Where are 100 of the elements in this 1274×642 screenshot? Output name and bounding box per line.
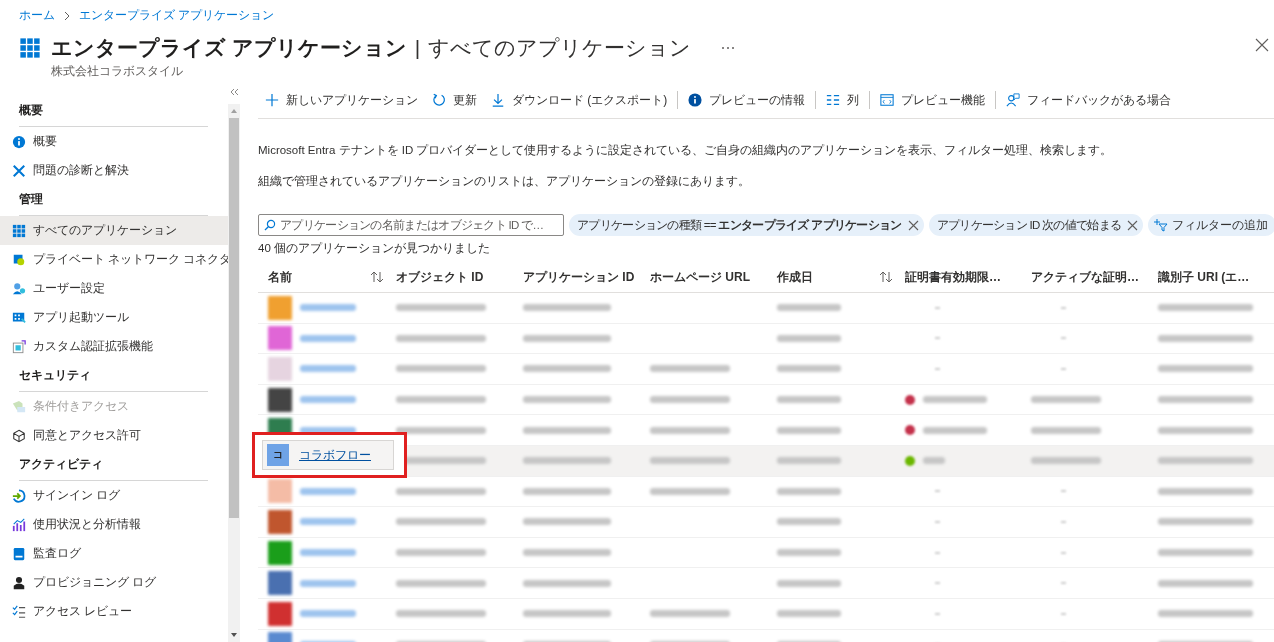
close-icon[interactable] [1255,38,1269,52]
blurred-text [777,334,841,342]
sidebar-item-icon [12,252,26,267]
sidebar-item[interactable]: 問題の診断と解決 [0,156,228,185]
toolbar-icon [265,93,279,107]
sidebar-item-icon [12,546,26,561]
sidebar-item-icon [12,604,26,619]
blurred-text [300,304,356,312]
sidebar-item[interactable]: サインイン ログ [0,481,228,510]
scroll-down-icon[interactable] [230,631,238,639]
toolbar-icon [688,93,703,107]
blurred-text [1031,396,1101,404]
blurred-text [1031,426,1101,434]
toolbar-button[interactable]: 列 [819,86,867,114]
tenant-name: 株式会社コラボスタイル [51,63,184,80]
sidebar-item[interactable]: 概要 [0,127,228,156]
blurred-text [777,518,841,526]
filter-label: アプリケーションの種類 == エンタープライズ アプリケーション [577,217,902,233]
scrollbar-thumb[interactable] [229,118,239,518]
title-separator: | [414,36,421,60]
sidebar-item[interactable]: ユーザー設定 [0,274,228,303]
filter-pill[interactable]: アプリケーションの種類 == エンタープライズ アプリケーション [569,214,924,236]
blurred-text [777,549,841,557]
column-header[interactable]: アプリケーション ID [523,268,650,286]
app-grid-icon [19,37,41,59]
sort-icon[interactable] [370,271,384,283]
sidebar-item-icon [12,428,26,443]
blurred-text [777,487,841,495]
sidebar-item-icon [12,134,26,149]
blurred-text [1031,457,1101,465]
remove-icon[interactable] [907,219,919,231]
filter-pill[interactable]: アプリケーション ID 次の値で始まる [928,214,1144,236]
more-icon[interactable] [721,46,736,50]
sort-icon[interactable] [879,271,893,283]
sidebar-item[interactable]: すべてのアプリケーション [0,216,228,245]
sidebar-item[interactable]: 監査ログ [0,539,228,568]
column-header[interactable]: 作成日 [777,268,905,286]
column-header[interactable]: 識別子 URI (エ… [1158,268,1274,286]
blurred-text [923,396,987,404]
breadcrumb-link[interactable]: ホーム [19,7,55,24]
page-section-title: すべてのアプリケーション [428,35,692,61]
blurred-text [300,518,356,526]
sidebar-section-heading: 概要 [19,96,208,127]
description-text: Microsoft Entra テナントを ID プロバイダーとして使用するように設定されている、ご自身の組織内のアプリケーションを表示、フィルター処理、検索します。 [258,143,1114,158]
blurred-text [923,457,945,465]
sidebar-section-heading: アクティビティ [19,450,208,481]
sidebar-item-icon [12,310,26,325]
sidebar-section-heading: セキュリティ [19,361,208,392]
toolbar-button[interactable]: 新しいアプリケーション [258,86,425,114]
search-icon [264,219,276,231]
scrollbar[interactable] [228,104,240,642]
add-filter-icon [1154,218,1169,232]
remove-icon[interactable] [1127,219,1139,231]
app-name-link[interactable]: コラボフロー [299,447,371,463]
chevron-icon [63,10,71,21]
sidebar-item-icon [12,399,26,414]
column-header[interactable]: アクティブな証明… [1031,268,1158,286]
blurred-text [777,610,841,618]
description-text: 組織で管理されているアプリケーションのリストは、アプリケーションの登録にあります。 [258,174,751,189]
sidebar-item[interactable]: カスタム認証拡張機能 [0,332,228,361]
toolbar-icon [880,93,895,107]
sidebar-item[interactable]: 使用状況と分析情報 [0,510,228,539]
blurred-text [777,457,841,465]
blurred-text [300,396,356,404]
blurred-text [300,487,356,495]
column-header[interactable]: オブジェクト ID [396,268,523,286]
blurred-text [777,579,841,587]
sidebar-item-icon [12,517,26,532]
toolbar-icon [826,93,841,107]
add-filter-button[interactable]: フィルターの追加 [1148,214,1274,236]
result-count: 40 個のアプリケーションが見つかりました [258,241,491,256]
app-initial-icon: コ [267,444,289,466]
blurred-text [777,396,841,404]
blurred-text [777,365,841,373]
blurred-text [777,426,841,434]
sidebar-item[interactable]: 同意とアクセス許可 [0,421,228,450]
search-field[interactable]: アプリケーションの名前またはオブジェクト ID で… [258,214,564,236]
blurred-text [300,334,356,342]
scroll-up-icon[interactable] [230,107,238,115]
toolbar-button[interactable]: ダウンロード (エクスポート) [484,86,675,114]
breadcrumb-link[interactable]: エンタープライズ アプリケーション [79,7,275,24]
filter-label: アプリケーション ID 次の値で始まる [936,217,1122,233]
blurred-text [923,426,987,434]
toolbar-button[interactable]: 更新 [425,86,484,114]
sidebar-item-icon [12,163,26,178]
blurred-text [777,304,841,312]
toolbar-icon [1006,93,1021,107]
sidebar-item[interactable]: プロビジョニング ログ [0,568,228,597]
column-header[interactable]: 名前 [268,268,396,286]
sidebar-item[interactable]: アプリ起動ツール [0,303,228,332]
blurred-text [300,549,356,557]
column-header[interactable]: 証明書有効期限… [905,268,1031,286]
blurred-text [300,365,356,373]
toolbar-button[interactable]: フィードバックがある場合 [999,86,1179,114]
blurred-text [300,579,356,587]
page-title: エンタープライズ アプリケーション [51,35,407,61]
column-header[interactable]: ホームページ URL [650,268,777,286]
toolbar-button[interactable]: プレビュー機能 [873,86,993,114]
toolbar-button[interactable]: プレビューの情報 [681,86,813,114]
sidebar-item[interactable]: アクセス レビュー [0,597,228,626]
